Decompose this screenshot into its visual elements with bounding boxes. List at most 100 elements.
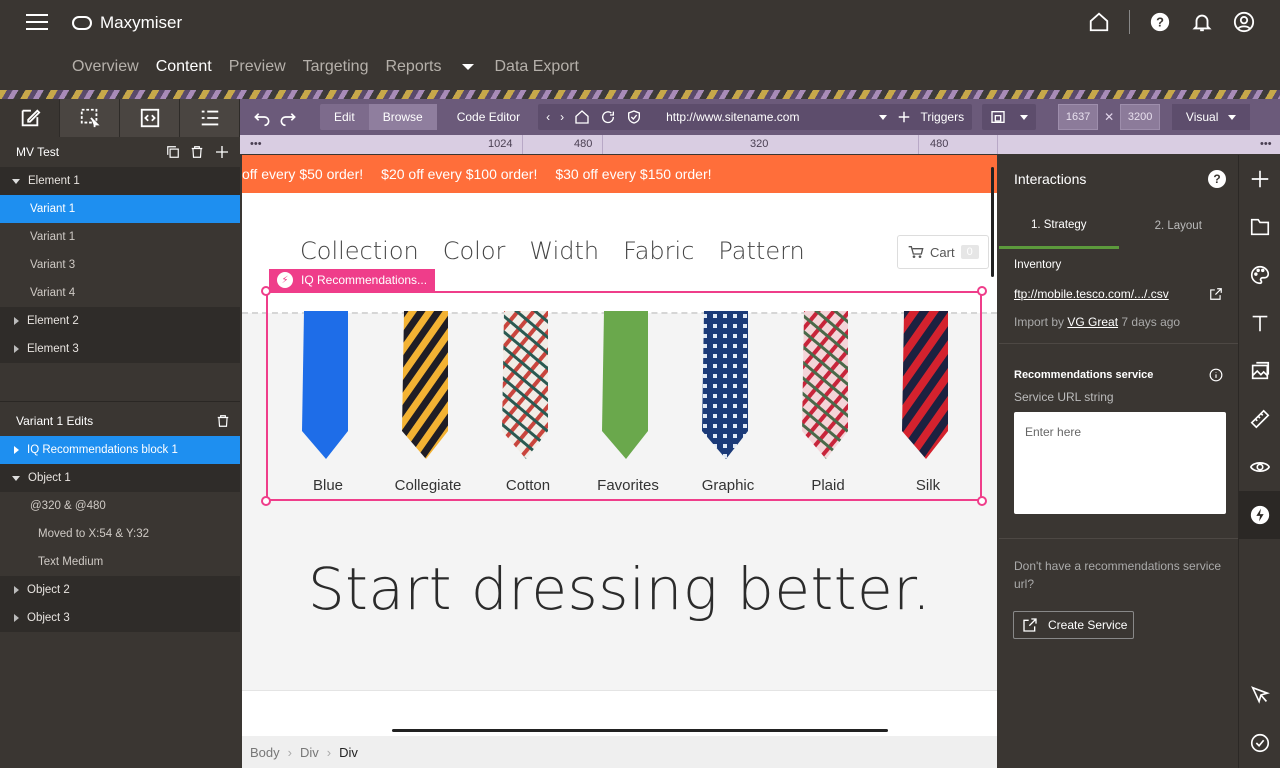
image-icon[interactable] <box>1239 347 1280 395</box>
breadcrumb-item[interactable]: Div <box>300 745 319 760</box>
chevron-down-icon[interactable] <box>878 114 887 120</box>
edit-object-3[interactable]: Object 3 <box>0 604 240 632</box>
undo-icon[interactable] <box>252 107 272 127</box>
tree-variant-3[interactable]: Variant 3 <box>0 251 240 279</box>
vertical-scrollbar[interactable] <box>991 167 994 277</box>
product-card[interactable]: Plaid <box>778 311 878 494</box>
chevron-right-icon[interactable]: › <box>560 110 564 124</box>
check-circle-icon[interactable] <box>1239 719 1280 767</box>
visual-mode-select[interactable]: Visual <box>1172 104 1251 130</box>
folder-icon[interactable] <box>1239 203 1280 251</box>
page-canvas[interactable]: off every $50 order! $20 off every $100 … <box>242 155 997 736</box>
refresh-icon[interactable] <box>600 109 616 125</box>
select-element-icon[interactable] <box>60 99 120 137</box>
pointer-icon[interactable] <box>1239 671 1280 719</box>
product-card[interactable]: Graphic <box>678 311 778 494</box>
edit-mode-button[interactable]: Edit <box>320 104 369 130</box>
nav-collection[interactable]: Collection <box>300 237 419 265</box>
product-card[interactable]: Silk <box>878 311 978 494</box>
cart-button[interactable]: Cart 0 <box>897 235 989 269</box>
trash-icon[interactable] <box>216 414 230 428</box>
chevron-down-icon[interactable] <box>461 64 474 70</box>
resize-handle[interactable] <box>261 496 271 506</box>
copy-icon[interactable] <box>166 145 180 159</box>
edit-pencil-icon[interactable] <box>0 99 60 137</box>
edit-object-2[interactable]: Object 2 <box>0 576 240 604</box>
chevron-left-icon[interactable]: ‹ <box>546 110 550 124</box>
tab-targeting[interactable]: Targeting <box>303 58 369 76</box>
hamburger-menu-icon[interactable] <box>26 14 48 32</box>
import-time: 7 days ago <box>1121 315 1181 329</box>
inventory-link[interactable]: ftp://mobile.tesco.com/.../.csv <box>1014 287 1169 301</box>
bell-icon[interactable] <box>1190 10 1214 34</box>
iq-recommendations-tag[interactable]: ⚡ IQ Recommendations... <box>269 269 436 291</box>
tab-reports[interactable]: Reports <box>385 58 477 76</box>
breadcrumb-current[interactable]: Div <box>339 745 358 760</box>
add-icon[interactable] <box>897 110 911 124</box>
home-icon[interactable] <box>574 109 590 125</box>
url-text[interactable]: http://www.sitename.com <box>666 110 868 124</box>
nav-color[interactable]: Color <box>443 237 506 265</box>
help-icon[interactable]: ? <box>1208 170 1226 188</box>
promo-text: $20 off every $100 order! <box>381 166 538 182</box>
tab-content[interactable]: Content <box>156 58 212 76</box>
redo-icon[interactable] <box>278 107 298 127</box>
eye-icon[interactable] <box>1239 443 1280 491</box>
home-icon[interactable] <box>1087 10 1111 34</box>
product-card[interactable]: Cotton <box>478 311 578 494</box>
external-link-icon[interactable] <box>1209 287 1223 301</box>
nav-pattern[interactable]: Pattern <box>718 237 804 265</box>
tree-element-3[interactable]: Element 3 <box>0 335 240 363</box>
resize-handle[interactable] <box>261 286 271 296</box>
tab-layout[interactable]: 2. Layout <box>1119 203 1239 249</box>
tree-variant-1-selected[interactable]: Variant 1 <box>0 195 240 223</box>
text-icon[interactable] <box>1239 299 1280 347</box>
product-card[interactable]: Favorites <box>578 311 678 494</box>
ruler-label[interactable]: 320 <box>750 138 768 150</box>
nav-fabric[interactable]: Fabric <box>623 237 694 265</box>
horizontal-scrollbar[interactable] <box>392 729 888 732</box>
info-icon[interactable] <box>1209 368 1223 382</box>
shield-icon[interactable] <box>626 109 642 125</box>
import-user-link[interactable]: VG Great <box>1067 315 1118 329</box>
trash-icon[interactable] <box>190 145 204 159</box>
tab-preview[interactable]: Preview <box>229 58 286 76</box>
lightning-icon[interactable] <box>1239 491 1280 539</box>
code-icon[interactable] <box>120 99 180 137</box>
tree-variant-4[interactable]: Variant 4 <box>0 279 240 307</box>
tab-strategy[interactable]: 1. Strategy <box>999 203 1119 249</box>
tree-variant-1[interactable]: Variant 1 <box>0 223 240 251</box>
ruler-label[interactable]: 480 <box>930 138 948 150</box>
tab-data-export[interactable]: Data Export <box>495 58 579 76</box>
add-icon[interactable] <box>214 144 230 160</box>
triggers-button[interactable]: Triggers <box>921 110 965 124</box>
viewport-height-input[interactable]: 3200 <box>1120 104 1161 130</box>
resize-handle[interactable] <box>977 286 987 296</box>
help-icon[interactable]: ? <box>1148 10 1172 34</box>
add-icon[interactable] <box>1239 155 1280 203</box>
edit-iq-recommendations-block[interactable]: IQ Recommendations block 1 <box>0 436 240 464</box>
list-view-icon[interactable] <box>180 99 240 137</box>
product-card[interactable]: Blue <box>278 311 378 494</box>
browse-mode-button[interactable]: Browse <box>368 104 437 130</box>
code-editor-button[interactable]: Code Editor <box>457 110 520 124</box>
resize-handle[interactable] <box>977 496 987 506</box>
edit-breakpoint[interactable]: @320 & @480 <box>0 492 240 520</box>
create-service-button[interactable]: Create Service <box>1013 611 1134 639</box>
breadcrumb-item[interactable]: Body <box>250 745 280 760</box>
lightning-icon: ⚡ <box>277 272 293 288</box>
tree-element-2[interactable]: Element 2 <box>0 307 240 335</box>
tab-overview[interactable]: Overview <box>72 58 139 76</box>
service-url-input[interactable]: Enter here <box>1014 412 1226 514</box>
palette-icon[interactable] <box>1239 251 1280 299</box>
edit-object-1[interactable]: Object 1 <box>0 464 240 492</box>
nav-width[interactable]: Width <box>529 237 599 265</box>
product-card[interactable]: Collegiate <box>378 311 478 494</box>
device-picker[interactable] <box>982 104 1037 130</box>
ruler-label[interactable]: 480 <box>574 138 592 150</box>
ruler-label[interactable]: 1024 <box>488 138 512 150</box>
user-account-icon[interactable] <box>1232 10 1256 34</box>
viewport-width-input[interactable]: 1637 <box>1058 104 1099 130</box>
tree-element-1[interactable]: Element 1 <box>0 167 240 195</box>
ruler-icon[interactable] <box>1239 395 1280 443</box>
